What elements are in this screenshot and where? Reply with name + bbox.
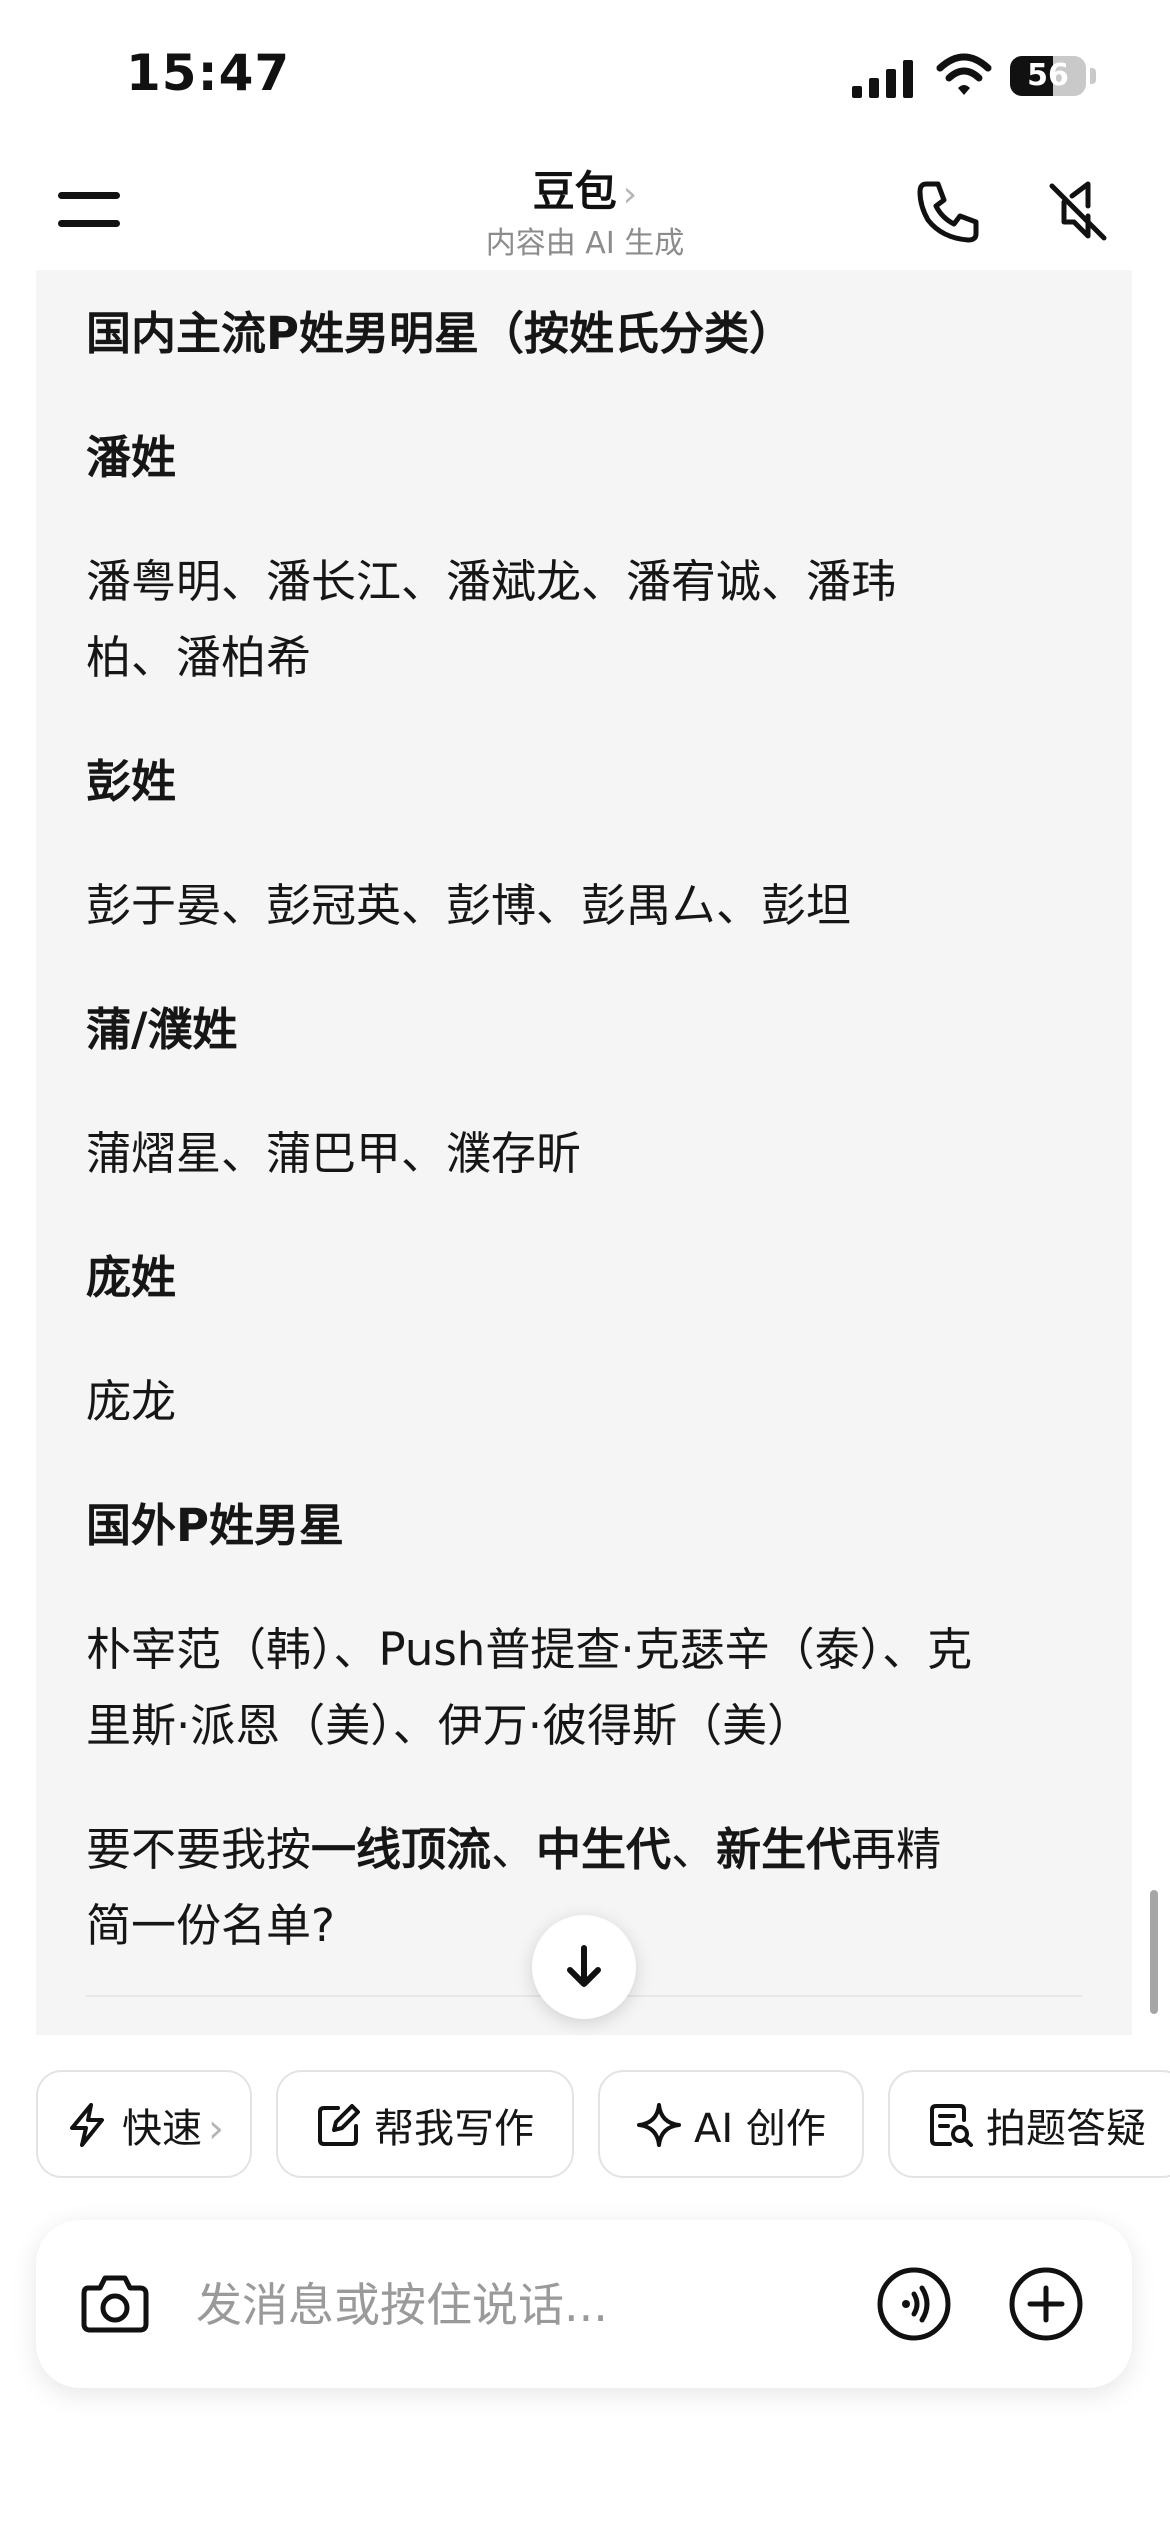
chevron-right-icon: ›	[622, 174, 638, 215]
plus-icon[interactable]	[1008, 2266, 1084, 2342]
section-title: 潘姓	[86, 431, 177, 484]
chip-label-text: 快速	[122, 2106, 202, 2152]
section-line: 里斯·派恩（美）、伊万·彼得斯（美）	[86, 1699, 813, 1752]
section-line: 蒲熠星、蒲巴甲、濮存昕	[86, 1127, 582, 1180]
fast-mode-chip[interactable]: 快速 ›	[36, 2070, 252, 2178]
section-title: 庞姓	[86, 1251, 177, 1304]
chat-title-text: 豆包	[532, 167, 617, 216]
chip-label: 拍题答疑	[986, 2106, 1146, 2152]
quick-actions: 快速 › 帮我写作 AI 创作 拍题答疑	[0, 2070, 1170, 2190]
status-time: 15:47	[126, 44, 291, 102]
scan-question-icon	[930, 2104, 973, 2147]
status-bar: 15:47 56	[0, 0, 1170, 150]
closing-sep: 、	[671, 1823, 717, 1876]
chat-header: 豆包 › 内容由 AI 生成	[0, 150, 1170, 270]
battery-percent: 56	[1027, 58, 1069, 93]
message-input[interactable]	[196, 2270, 816, 2340]
speaker-muted-icon[interactable]	[1042, 176, 1114, 248]
battery-icon: 56	[1010, 56, 1086, 96]
section-line: 庞龙	[86, 1375, 177, 1428]
message-heading: 国内主流P姓男明星（按姓氏分类）	[86, 307, 794, 360]
wifi-icon	[936, 53, 992, 95]
chip-label: AI 创作	[694, 2106, 826, 2152]
section-title: 国外P姓男星	[86, 1499, 344, 1552]
voice-input-icon[interactable]	[876, 2266, 952, 2342]
cellular-signal-icon	[852, 60, 913, 98]
closing-bold: 一线顶流	[311, 1823, 492, 1876]
section-line: 柏、潘柏希	[86, 631, 312, 684]
ai-create-chip[interactable]: AI 创作	[598, 2070, 864, 2178]
photo-question-chip[interactable]: 拍题答疑	[888, 2070, 1170, 2178]
section-line: 朴宰范（韩）、Push普提查·克瑟辛（泰）、克	[86, 1623, 973, 1676]
section-line: 彭于晏、彭冠英、彭博、彭禺厶、彭坦	[86, 879, 852, 932]
message-input-bar	[36, 2220, 1132, 2388]
chat-title[interactable]: 豆包 ›	[0, 158, 1170, 219]
closing-sep: 、	[491, 1823, 537, 1876]
closing-bold: 新生代	[716, 1823, 852, 1876]
closing-text: 要不要我按	[86, 1823, 312, 1876]
closing-question: 要不要我按一线顶流、中生代、新生代再精	[86, 1812, 1096, 1888]
chip-label: 快速 ›	[122, 2096, 224, 2154]
section-line: 潘粤明、潘长江、潘斌龙、潘宥诚、潘玮	[86, 555, 897, 608]
closing-bold: 中生代	[536, 1823, 672, 1876]
edit-icon	[318, 2104, 360, 2146]
lightning-icon	[70, 2103, 104, 2147]
arrow-down-icon	[567, 1945, 601, 1987]
battery-cap	[1090, 68, 1096, 84]
section-title: 蒲/濮姓	[86, 1003, 238, 1056]
chip-label: 帮我写作	[374, 2106, 534, 2152]
sparkle-icon	[637, 2103, 681, 2147]
assistant-message: 国内主流P姓男明星（按姓氏分类） 潘姓 潘粤明、潘长江、潘斌龙、潘宥诚、潘玮 柏…	[36, 270, 1132, 2035]
phone-icon[interactable]	[912, 176, 984, 248]
camera-icon[interactable]	[80, 2270, 150, 2336]
scroll-to-bottom-button[interactable]	[532, 1915, 636, 2019]
chevron-right-icon: ›	[208, 2106, 224, 2152]
closing-text: 再精	[851, 1823, 942, 1876]
scrollbar[interactable]	[1150, 1890, 1158, 2014]
section-title: 彭姓	[86, 755, 177, 808]
help-me-write-chip[interactable]: 帮我写作	[276, 2070, 574, 2178]
ai-generated-notice: 内容由 AI 生成	[485, 226, 685, 261]
